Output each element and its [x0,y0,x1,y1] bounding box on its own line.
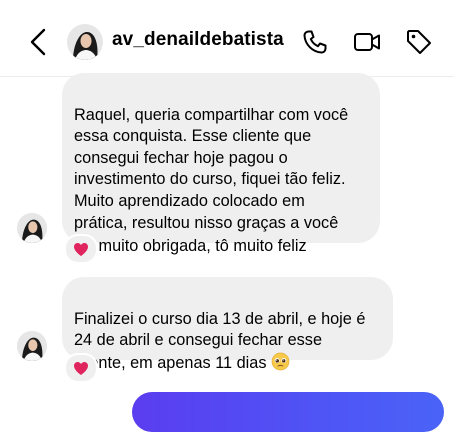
red-heart-icon [74,361,88,375]
message-text-end: muito obrigada, tô muito feliz [94,237,307,256]
message-bubble[interactable]: Finalizei o curso dia 13 de abril, e hoj… [62,277,393,372]
message-text: Raquel, queria compartilhar com você ess… [74,105,349,232]
back-arrow-icon[interactable] [24,26,52,58]
profile-photo-icon [67,24,103,60]
red-heart-icon [74,242,88,256]
chat-header: av_denaildebatista [0,0,454,77]
sent-message-bubble[interactable] [132,392,444,432]
profile-photo-icon [17,213,47,243]
chat-username[interactable]: av_denaildebatista [112,29,284,51]
video-call-icon[interactable] [352,27,382,57]
sender-avatar[interactable] [17,213,47,243]
tag-icon[interactable] [404,27,434,57]
heart-reaction[interactable] [64,353,98,383]
profile-photo-icon [17,331,47,361]
pleading-face-emoji-icon [271,352,290,371]
message-bubble[interactable]: Raquel, queria compartilhar com você ess… [62,73,380,255]
message-text: Finalizei o curso dia 13 de abril, e hoj… [74,309,366,372]
sender-avatar[interactable] [17,331,47,361]
phone-icon[interactable] [300,27,330,57]
heart-reaction[interactable] [64,234,98,264]
avatar[interactable] [67,24,103,60]
